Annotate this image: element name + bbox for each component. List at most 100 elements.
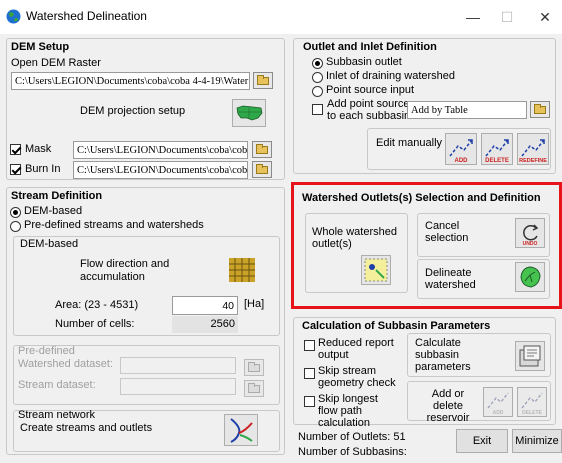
delete-reservoir-button[interactable]: DELETE [517,387,547,417]
skip-stream-check-label: Skip stream geometry check [318,365,396,389]
predefined-radio[interactable] [10,221,21,232]
reduced-report-label: Reduced report output [318,337,394,361]
dem-raster-path-field[interactable]: C:\Users\LEGION\Documents\coba\coba 4-4-… [11,72,250,90]
dem-projection-label: DEM projection setup [80,105,186,117]
globe-icon [6,9,21,24]
folder-icon [256,144,268,154]
stream-dataset-label: Stream dataset: [18,379,96,391]
flow-direction-label: Flow direction and accumulation [80,258,170,283]
skip-longest-flow-checkbox[interactable] [304,396,315,407]
whole-watershed-button[interactable] [361,255,391,285]
undo-icon: UNDO [523,224,539,247]
outlet-inlet-title: Outlet and Inlet Definition [303,41,437,53]
close-window-button[interactable]: ✕ [530,6,560,28]
outlet-selection-title: Watershed Outlets(s) Selection and Defin… [302,192,541,204]
redefine-outlet-button[interactable]: REDEFINE [517,133,549,165]
calculator-icon [519,345,541,367]
stream-dataset-folder-button[interactable] [244,380,264,397]
folder-icon [248,383,260,393]
area-unit-label: [Ha] [244,298,265,310]
add-outlet-icon: ADD [449,139,473,164]
watershed-dataset-label: Watershed dataset: [18,358,113,370]
cancel-selection-label: Cancel selection [425,220,469,244]
grid-icon [229,258,255,282]
maximize-window-button[interactable]: ☐ [492,6,522,28]
cancel-selection-button[interactable]: UNDO [515,218,545,248]
number-of-cells-value: 2560 [172,316,238,333]
delete-icon-text: DELETE [485,158,509,164]
calc-subbasin-button[interactable] [515,341,545,371]
delineate-watershed-button[interactable] [515,262,545,292]
mask-checkbox[interactable] [10,144,21,155]
stream-network-icon [230,418,253,443]
watershed-icon [520,266,541,288]
edit-manually-label: Edit manually [376,137,443,149]
folder-icon [534,104,546,114]
dem-based-option-label: DEM-based [24,205,83,217]
number-of-cells-label: Number of cells: [55,318,135,330]
redefine-outlet-icon: REDEFINE [519,139,547,164]
stream-network-title: Stream network [18,409,96,421]
minimize-button[interactable]: Minimize [512,429,562,453]
subbasin-params-title: Calculation of Subbasin Parameters [302,320,491,332]
predefined-option-label: Pre-defined streams and watersheds [24,219,204,231]
predefined-group-title: Pre-defined [18,345,75,357]
delete-outlet-button[interactable]: DELETE [481,133,513,165]
mask-label: Mask [25,143,52,155]
mask-path-field[interactable]: C:\Users\LEGION\Documents\coba\coba 4 [73,141,248,159]
add-by-table-field[interactable]: Add by Table [407,101,527,119]
skip-stream-check-checkbox[interactable] [304,368,315,379]
area-input[interactable]: 40 [172,296,238,315]
add-reservoir-icon: ADD [487,392,509,416]
open-dem-raster-label: Open DEM Raster [11,57,101,69]
flow-direction-button[interactable] [226,255,258,285]
burn-in-folder-button[interactable] [252,161,272,178]
minimize-window-button[interactable]: — [458,6,488,28]
subbasin-outlet-label: Subbasin outlet [326,56,402,68]
dem-projection-button[interactable] [232,99,266,127]
stream-definition-title: Stream Definition [11,190,103,202]
reservoir-delete-icon-text: DELETE [522,410,542,416]
title-bar: Watershed Delineation — ☐ ✕ [0,0,562,34]
subbasin-outlet-radio[interactable] [312,58,323,69]
reservoir-add-icon-text: ADD [493,410,504,416]
exit-button[interactable]: Exit [456,429,508,453]
window-title: Watershed Delineation [26,9,147,23]
usa-map-icon [236,105,263,121]
watershed-dataset-folder-button[interactable] [244,359,264,376]
add-point-source-checkbox[interactable] [312,104,323,115]
whole-watershed-label: Whole watershed outlet(s) [312,226,397,250]
add-by-table-folder-button[interactable] [530,101,550,118]
point-source-label: Point source input [326,84,415,96]
watershed-dataset-field[interactable] [120,357,236,374]
add-point-source-label: Add point source to each subbasin [327,98,411,122]
dem-setup-title: DEM Setup [11,41,70,53]
reduced-report-checkbox[interactable] [304,340,315,351]
calc-subbasin-label: Calculate subbasin parameters [415,337,471,373]
create-streams-button[interactable] [224,414,258,446]
delineate-watershed-label: Delineate watershed [425,267,476,291]
folder-icon [256,164,268,174]
add-delete-reservoir-label: Add or delete reservoir [426,388,470,424]
dem-based-radio[interactable] [10,207,21,218]
undo-icon-text: UNDO [523,241,538,247]
point-source-radio[interactable] [312,86,323,97]
redefine-icon-text: REDEFINE [519,158,547,164]
burn-in-checkbox[interactable] [10,164,21,175]
burn-in-label: Burn In [25,163,61,175]
outlet-select-icon [364,258,388,282]
dem-based-group-title: DEM-based [20,238,79,250]
whole-watershed-group [305,213,408,293]
inlet-radio[interactable] [312,72,323,83]
create-streams-label: Create streams and outlets [20,422,153,434]
stream-dataset-field[interactable] [120,378,236,395]
number-of-outlets-label: Number of Outlets: 51 [298,431,406,443]
add-reservoir-button[interactable]: ADD [483,387,513,417]
mask-folder-button[interactable] [252,141,272,158]
burn-in-path-field[interactable]: C:\Users\LEGION\Documents\coba\coba 4 [73,161,248,179]
open-dem-folder-button[interactable] [253,72,273,89]
folder-icon [248,362,260,372]
add-outlet-button[interactable]: ADD [445,133,477,165]
inlet-label: Inlet of draining watershed [326,70,456,82]
add-icon-text: ADD [455,158,469,164]
